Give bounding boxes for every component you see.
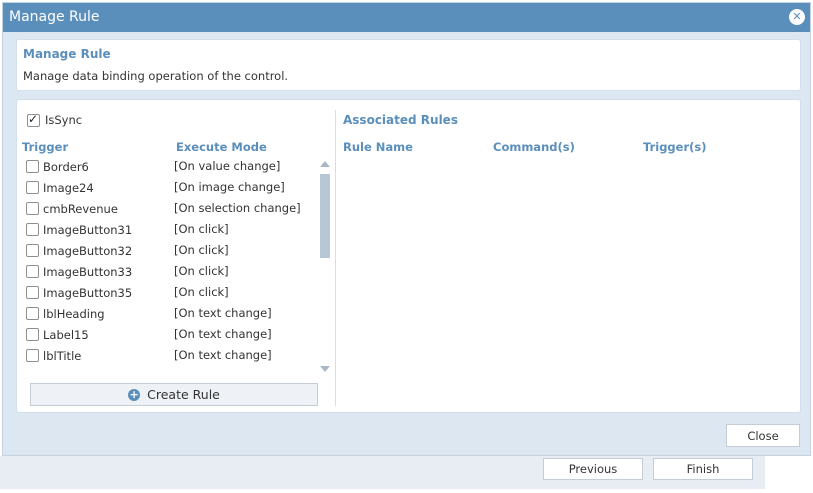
trigger-mode: [On click] — [174, 243, 229, 257]
trigger-mode: [On click] — [174, 264, 229, 278]
scroll-up-arrow-icon[interactable] — [320, 161, 330, 167]
trigger-checkbox[interactable] — [26, 349, 39, 362]
trigger-name: ImageButton33 — [43, 265, 133, 279]
trigger-checkbox[interactable] — [26, 328, 39, 341]
panel-title: Manage Rule — [23, 47, 111, 61]
list-item[interactable]: ImageButton32 [On click] — [17, 241, 317, 262]
plus-icon: + — [128, 387, 141, 401]
dialog-titlebar: Manage Rule ✕ — [3, 3, 810, 32]
trigger-checkbox[interactable] — [26, 181, 39, 194]
trigger-name: ImageButton31 — [43, 223, 133, 237]
header-panel: Manage Rule Manage data binding operatio… — [16, 39, 801, 91]
list-item[interactable]: ImageButton33 [On click] — [17, 262, 317, 283]
trigger-checkbox[interactable] — [26, 244, 39, 257]
trigger-checkbox[interactable] — [26, 160, 39, 173]
create-rule-label: Create Rule — [147, 387, 220, 402]
trigger-list: Border6 [On value change] Image24 [On im… — [17, 156, 322, 376]
scroll-down-arrow-icon[interactable] — [320, 366, 330, 372]
list-item[interactable]: ImageButton35 [On click] — [17, 283, 317, 304]
rules-panel: IsSync Trigger Execute Mode Border6 [On … — [16, 99, 801, 413]
associated-rules-title: Associated Rules — [343, 113, 458, 127]
close-button[interactable]: Close — [726, 424, 800, 447]
trigger-mode: [On image change] — [174, 180, 285, 194]
trigger-mode: [On click] — [174, 222, 229, 236]
previous-button[interactable]: Previous — [543, 458, 643, 480]
list-item[interactable]: cmbRevenue [On selection change] — [17, 199, 317, 220]
trigger-column-header: Trigger — [22, 140, 69, 154]
rule-name-column-header: Rule Name — [343, 140, 413, 154]
triggers-column-header: Trigger(s) — [643, 140, 707, 154]
trigger-checkbox[interactable] — [26, 223, 39, 236]
trigger-mode: [On click] — [174, 285, 229, 299]
trigger-checkbox[interactable] — [26, 202, 39, 215]
trigger-mode: [On text change] — [174, 327, 272, 341]
commands-column-header: Command(s) — [493, 140, 575, 154]
execute-mode-column-header: Execute Mode — [176, 140, 267, 154]
list-item[interactable]: lblTitle [On text change] — [17, 346, 317, 367]
list-item[interactable]: lblHeading [On text change] — [17, 304, 317, 325]
trigger-checkbox[interactable] — [26, 286, 39, 299]
panel-description: Manage data binding operation of the con… — [23, 69, 289, 83]
trigger-name: lblHeading — [43, 307, 105, 321]
manage-rule-dialog: Manage Rule ✕ Manage Rule Manage data bi… — [2, 2, 811, 456]
trigger-mode: [On text change] — [174, 306, 272, 320]
close-icon[interactable]: ✕ — [789, 9, 805, 25]
wizard-footer — [0, 456, 765, 489]
trigger-name: Label15 — [43, 328, 89, 342]
list-item[interactable]: Image24 [On image change] — [17, 178, 317, 199]
dialog-title: Manage Rule — [9, 9, 100, 25]
trigger-mode: [On selection change] — [174, 201, 301, 215]
list-item[interactable]: ImageButton31 [On click] — [17, 220, 317, 241]
trigger-name: Border6 — [43, 160, 89, 174]
finish-button[interactable]: Finish — [653, 458, 753, 480]
issync-option[interactable]: IsSync — [27, 112, 83, 127]
create-rule-button[interactable]: + Create Rule — [30, 383, 318, 406]
trigger-name: lblTitle — [43, 349, 82, 363]
issync-checkbox[interactable] — [27, 112, 40, 127]
trigger-checkbox[interactable] — [26, 265, 39, 278]
list-item[interactable]: Label15 [On text change] — [17, 325, 317, 346]
trigger-name: ImageButton35 — [43, 286, 133, 300]
trigger-checkbox[interactable] — [26, 307, 39, 320]
trigger-mode: [On value change] — [174, 159, 281, 173]
panel-divider — [335, 110, 336, 406]
trigger-name: Image24 — [43, 181, 94, 195]
trigger-mode: [On text change] — [174, 348, 272, 362]
issync-label: IsSync — [45, 113, 83, 127]
trigger-name: ImageButton32 — [43, 244, 133, 258]
scrollbar-thumb[interactable] — [320, 174, 330, 258]
list-item[interactable]: Border6 [On value change] — [17, 157, 317, 178]
trigger-name: cmbRevenue — [43, 202, 118, 216]
